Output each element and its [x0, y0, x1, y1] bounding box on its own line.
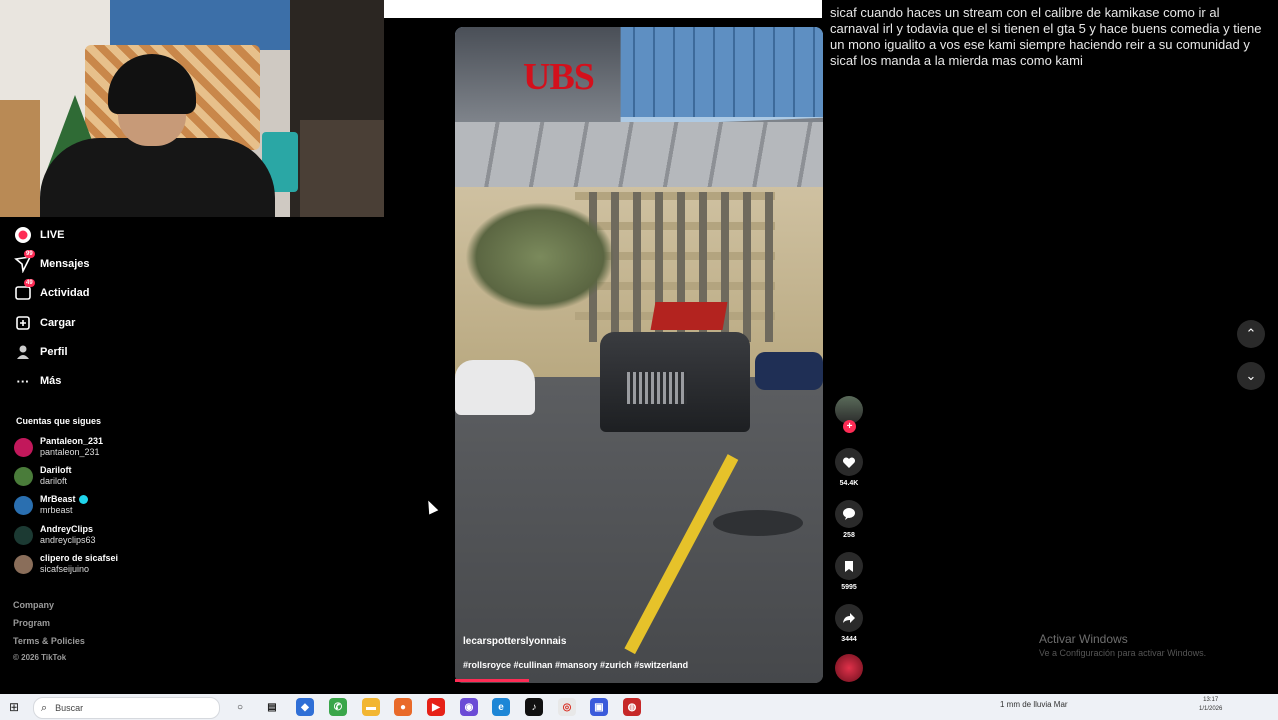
- next-video-button[interactable]: ⌄: [1237, 362, 1265, 390]
- following-account[interactable]: Pantaleon_231 pantaleon_231: [14, 436, 103, 458]
- app-icon-2[interactable]: ●: [394, 698, 412, 716]
- account-handle: sicafseijuino: [40, 564, 90, 574]
- clock-time: 13:17: [1203, 697, 1219, 703]
- chevron-up-icon: ⌃: [1245, 326, 1257, 341]
- upload-icon: [14, 314, 32, 332]
- footer-copyright: © 2026 TikTok: [13, 653, 67, 662]
- heart-icon: [835, 448, 863, 476]
- nav-label: Actividad: [40, 287, 90, 299]
- avatar: [14, 554, 33, 574]
- youtube-icon[interactable]: ▶: [427, 698, 445, 716]
- app-icon-3[interactable]: ◉: [460, 698, 478, 716]
- nav-label: Cargar: [40, 317, 76, 329]
- messages-badge: 99: [24, 250, 35, 258]
- app-icon-4[interactable]: ▣: [590, 698, 608, 716]
- app-icon-5[interactable]: ◍: [623, 698, 641, 716]
- windows-start-icon[interactable]: ⊞: [6, 699, 22, 715]
- like-count: 54.4K: [839, 480, 859, 487]
- widgets-icon[interactable]: ▤: [263, 698, 281, 716]
- comment-button[interactable]: 258: [835, 500, 863, 539]
- nav-profile[interactable]: Perfil: [14, 343, 68, 361]
- weather-widget[interactable]: 1 mm de lluvia Mar: [1000, 700, 1068, 709]
- avatar: [14, 495, 33, 515]
- nav-more[interactable]: ··· Más: [14, 372, 62, 390]
- avatar: [14, 466, 33, 486]
- streamer-webcam: [0, 0, 384, 217]
- following-account[interactable]: MrBeast mrbeast: [14, 494, 88, 516]
- account-name: AndreyClips: [40, 524, 94, 534]
- account-name: Pantaleon_231: [40, 436, 104, 446]
- tiktok-icon[interactable]: ♪: [525, 698, 543, 716]
- search-icon: ⌕: [41, 701, 48, 714]
- chevron-down-icon: ⌄: [1245, 368, 1257, 383]
- account-name: MrBeast: [40, 494, 76, 504]
- file-explorer-icon[interactable]: ▬: [362, 698, 380, 716]
- save-count: 5995: [841, 584, 857, 591]
- verified-icon: [78, 495, 88, 505]
- avatar: [14, 525, 33, 545]
- share-button[interactable]: 3444: [835, 604, 863, 643]
- task-view-icon[interactable]: ○: [231, 698, 249, 716]
- like-button[interactable]: 54.4K: [835, 448, 863, 487]
- previous-video-button[interactable]: ⌃: [1237, 320, 1265, 348]
- follow-plus-icon[interactable]: +: [843, 420, 856, 433]
- account-name: clipero de sicafsei: [40, 553, 119, 563]
- video-player[interactable]: [455, 27, 823, 683]
- profile-icon: [14, 343, 32, 361]
- activate-windows-title: Activar Windows: [1039, 632, 1128, 646]
- footer-company[interactable]: Company: [13, 600, 54, 610]
- account-handle: andreyclips63: [40, 535, 96, 545]
- account-handle: dariloft: [40, 476, 68, 486]
- ubs-sign: UBS: [523, 56, 595, 98]
- video-hashtags[interactable]: #rollsroyce #cullinan #mansory #zurich #…: [463, 660, 688, 670]
- music-disc-icon[interactable]: [835, 654, 863, 682]
- following-account[interactable]: clipero de sicafsei sicafseijuino: [14, 553, 118, 575]
- top-bar: [384, 0, 822, 18]
- share-icon: [835, 604, 863, 632]
- following-title: Cuentas que sigues: [16, 416, 102, 426]
- search-placeholder: Buscar: [55, 703, 84, 713]
- share-count: 3444: [841, 636, 857, 643]
- avatar: [14, 437, 33, 457]
- taskbar-clock[interactable]: 13:17 1/1/2026: [1199, 696, 1222, 714]
- app-icon[interactable]: ◆: [296, 698, 314, 716]
- taskbar-search[interactable]: ⌕ Buscar: [33, 697, 220, 719]
- clock-date: 1/1/2026: [1199, 706, 1223, 712]
- mouse-cursor: [423, 498, 439, 515]
- footer-program[interactable]: Program: [13, 618, 50, 628]
- nav-messages[interactable]: 99 Mensajes: [14, 250, 90, 273]
- activity-icon: 49: [14, 279, 35, 302]
- following-account[interactable]: Dariloft dariloft: [14, 465, 72, 487]
- nav-label: Perfil: [40, 346, 68, 358]
- nav-label: Mensajes: [40, 258, 90, 270]
- footer-terms[interactable]: Terms & Policies: [13, 636, 85, 646]
- more-icon: ···: [16, 373, 30, 389]
- edge-icon[interactable]: e: [492, 698, 510, 716]
- activity-badge: 49: [24, 279, 35, 287]
- chrome-icon[interactable]: ◎: [558, 698, 576, 716]
- account-name: Dariloft: [40, 465, 72, 475]
- whatsapp-icon[interactable]: ✆: [329, 698, 347, 716]
- nav-label: Más: [40, 375, 62, 387]
- save-button[interactable]: 5995: [835, 552, 863, 591]
- comment-text: sicaf cuando haces un stream con el cali…: [830, 5, 1262, 68]
- messages-icon: 99: [14, 250, 35, 273]
- video-author[interactable]: lecarspotterslyonnais: [463, 636, 566, 647]
- nav-activity[interactable]: 49 Actividad: [14, 279, 90, 302]
- account-handle: pantaleon_231: [40, 447, 100, 457]
- comment-icon: [835, 500, 863, 528]
- nav-label: LIVE: [40, 229, 65, 241]
- comment-count: 258: [843, 532, 855, 539]
- bookmark-icon: [835, 552, 863, 580]
- activate-windows-subtitle: Ve a Configuración para activar Windows.: [1039, 648, 1207, 658]
- video-progress-bar[interactable]: [455, 679, 529, 682]
- live-icon: [14, 226, 32, 244]
- nav-live[interactable]: LIVE: [14, 226, 64, 244]
- following-account[interactable]: AndreyClips andreyclips63: [14, 524, 96, 546]
- nav-upload[interactable]: Cargar: [14, 314, 75, 332]
- account-handle: mrbeast: [40, 505, 73, 515]
